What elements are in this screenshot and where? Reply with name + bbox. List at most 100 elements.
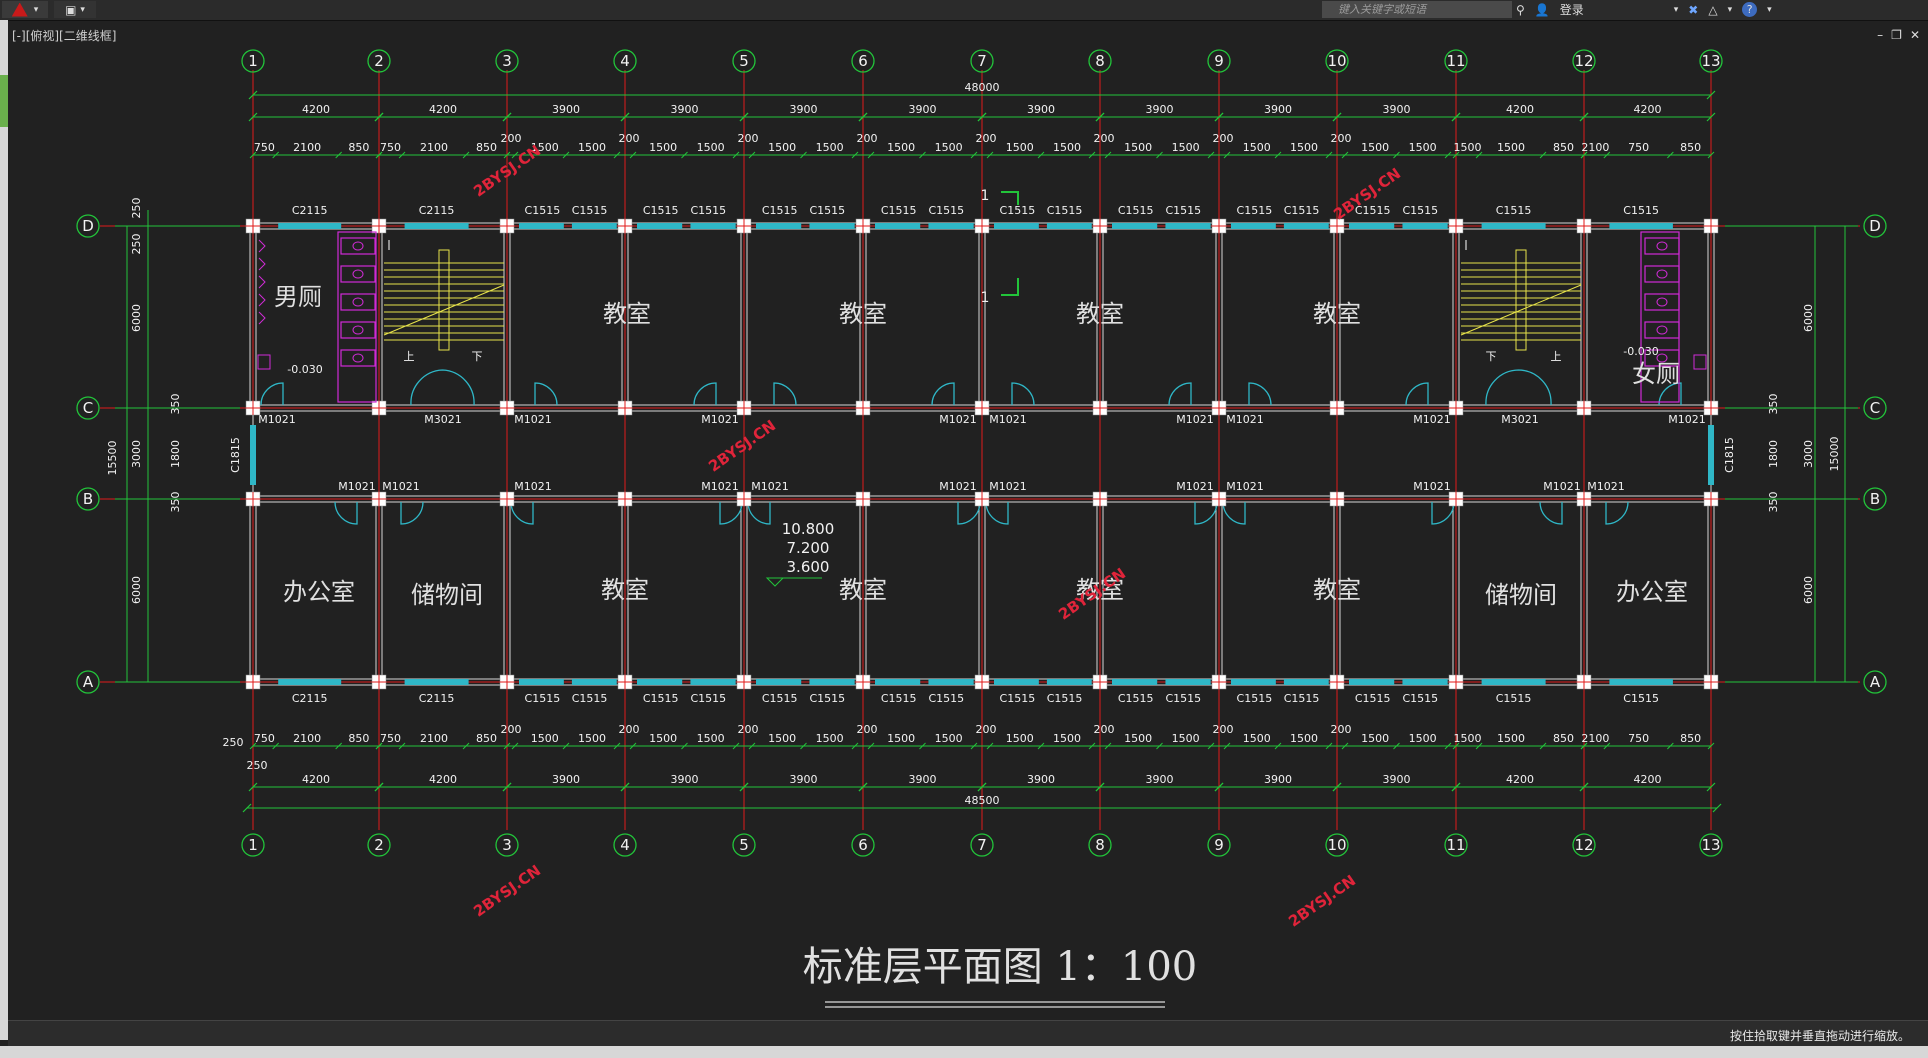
axis-label-7: 7 [977, 836, 987, 854]
door-swing [773, 382, 797, 406]
axis-label-6: 6 [858, 52, 868, 70]
bay-dim: 4200 [302, 773, 330, 786]
sub-dim: 1500 [816, 732, 844, 745]
door-label: M1021 [382, 480, 420, 493]
window-label: C1515 [1047, 692, 1083, 705]
dropdown-arrow-icon[interactable]: ▾ [1767, 5, 1772, 15]
window-label: C2115 [292, 204, 328, 217]
left-palette-strip [0, 20, 8, 1040]
sub-dim: 1500 [578, 732, 606, 745]
pier-dim: 200 [738, 723, 759, 736]
window [690, 223, 736, 229]
quick-access-toolbar[interactable]: ▣ ▾ [54, 1, 96, 18]
toilet-stall [340, 349, 376, 367]
sub-dim: 850 [1680, 732, 1701, 745]
window [928, 223, 974, 229]
womens-wc-label: 女厕 [1632, 360, 1680, 388]
door-swing [1539, 501, 1563, 525]
axis-label-4: 4 [620, 836, 630, 854]
level-symbol [765, 577, 822, 587]
sub-dim: 1500 [531, 732, 559, 745]
bay-dim: 4200 [1506, 773, 1534, 786]
door-label: M1021 [751, 480, 789, 493]
door-swing [1168, 382, 1192, 406]
bay-dim: 3900 [909, 773, 937, 786]
sub-dim: 1500 [649, 732, 677, 745]
palette-tab[interactable] [0, 75, 8, 127]
bay-dim: 3900 [1383, 773, 1411, 786]
window-label: C1515 [928, 692, 964, 705]
sub-dim: 1500 [935, 141, 963, 154]
sub-dim: 1500 [1361, 732, 1389, 745]
sub-dim: 2100 [420, 141, 448, 154]
left-dim: 250 [130, 198, 143, 219]
office-label: 办公室 [283, 578, 355, 606]
axis-label-D: D [82, 217, 94, 235]
window-label: C1515 [809, 204, 845, 217]
save-icon[interactable]: ▣ [65, 3, 76, 17]
window [1481, 223, 1546, 229]
exchange-icon[interactable]: ✖ [1688, 3, 1698, 17]
binoculars-icon[interactable]: ⚲ [1516, 3, 1525, 17]
pier-dim: 200 [619, 723, 640, 736]
sub-dim: 1500 [1006, 732, 1034, 745]
window [278, 679, 342, 685]
window-label: C2115 [419, 692, 455, 705]
pier-dim: 200 [857, 723, 878, 736]
connect-icon[interactable]: △ [1708, 3, 1717, 17]
window [1609, 679, 1673, 685]
stair-break-line [1460, 284, 1582, 336]
sub-dim: 1500 [768, 732, 796, 745]
double-door [1485, 369, 1552, 406]
user-icon[interactable]: 👤 [1535, 3, 1550, 17]
window [1402, 223, 1448, 229]
window [875, 223, 921, 229]
left-dim: 350 [169, 492, 182, 513]
window [1165, 679, 1211, 685]
window-label: C1515 [1165, 692, 1201, 705]
application-menu-button[interactable]: ▾ [2, 1, 48, 18]
window-label: C1515 [572, 692, 608, 705]
toilet-bowl [352, 325, 364, 335]
window [519, 223, 564, 229]
toilet-partition [337, 231, 377, 403]
door-label: M3021 [424, 413, 462, 426]
office-label: 办公室 [1616, 578, 1688, 606]
toilet-bowl [352, 353, 364, 363]
door-label: M1021 [939, 480, 977, 493]
urinal [258, 257, 266, 271]
window [1402, 679, 1448, 685]
infocenter-tools: ⚲ 👤 登录 ▾ ✖ △ ▾ ? ▾ [1516, 1, 1772, 18]
sub-dim: 2100 [420, 732, 448, 745]
axis-label-12: 12 [1574, 836, 1593, 854]
storage-label: 储物间 [411, 581, 483, 609]
door-swing [693, 382, 717, 406]
dropdown-arrow-icon[interactable]: ▾ [1674, 5, 1679, 15]
door-swing [1248, 382, 1272, 406]
bay-dim: 4200 [1506, 103, 1534, 116]
pier-dim: 200 [738, 132, 759, 145]
axis-label-A: A [1870, 673, 1881, 691]
window-label: C1515 [1284, 692, 1320, 705]
window [809, 223, 855, 229]
door-label: M1021 [1226, 480, 1264, 493]
search-input[interactable]: 键入关键字或短语 [1322, 1, 1512, 18]
door-label: M1021 [1176, 480, 1214, 493]
dropdown-arrow-icon[interactable]: ▾ [1728, 5, 1733, 15]
login-link[interactable]: 登录 [1560, 1, 1584, 18]
help-icon[interactable]: ? [1742, 2, 1758, 17]
window-label: C1515 [643, 692, 679, 705]
urinal [258, 239, 266, 253]
bay-dim: 3900 [671, 773, 699, 786]
drawing-canvas[interactable]: 4800048500420042004200420039003900390039… [8, 20, 1928, 1020]
dropdown-arrow-icon: ▾ [33, 4, 39, 15]
bay-dim: 3900 [552, 773, 580, 786]
window [519, 679, 564, 685]
axis-label-11: 11 [1446, 52, 1465, 70]
pier-dim: 200 [1213, 723, 1234, 736]
door-label: M1021 [1543, 480, 1581, 493]
dropdown-arrow-icon[interactable]: ▾ [80, 5, 85, 15]
axis-label-6: 6 [858, 836, 868, 854]
bay-dim: 3900 [1146, 103, 1174, 116]
classroom-label: 教室 [839, 576, 887, 604]
